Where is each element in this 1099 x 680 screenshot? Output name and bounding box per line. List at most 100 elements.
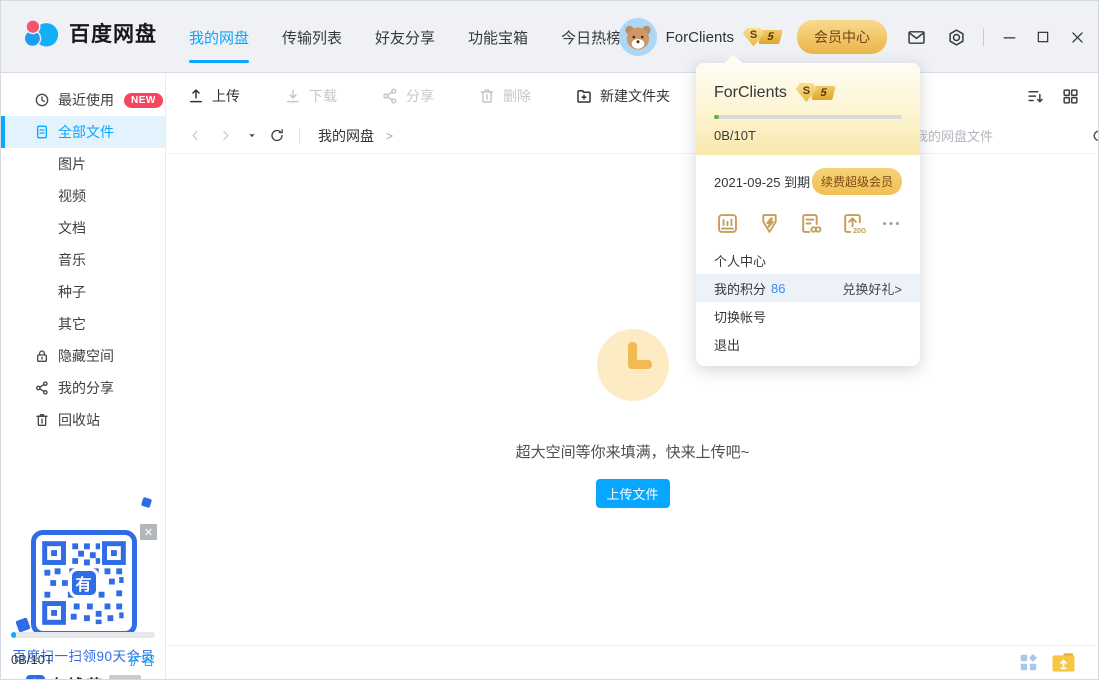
menu-my-points[interactable]: 我的积分 86 兑换好礼> [696,274,920,302]
brand-name: 有钱花 [50,672,104,680]
sidebar-item-label: 种子 [58,282,86,302]
user-panel: ForClients S 5 0B/10T 2021-09-25 到期 续费超级… [696,63,920,366]
redeem-gifts-link[interactable]: 兑换好礼> [842,279,902,298]
search-input[interactable] [915,129,1091,144]
navigation-row: 我的网盘 > [167,118,1098,154]
qr-code: 有 [31,530,137,636]
maximize-button[interactable] [1034,28,1052,46]
sidebar-item-label: 隐藏空间 [58,346,114,366]
clock-icon [34,92,50,108]
sidebar-item-images[interactable]: 图片 [1,148,165,180]
upload-folder-icon[interactable] [1051,652,1076,673]
trash-icon [34,412,50,428]
menu-logout[interactable]: 退出 [696,330,920,358]
more-privileges-icon[interactable] [880,210,902,237]
sidebar-item-documents[interactable]: 文档 [1,212,165,244]
back-icon[interactable] [187,128,203,144]
delete-button[interactable]: 删除 [478,86,531,106]
download-icon [284,87,302,105]
tab-my-drive[interactable]: 我的网盘 [189,1,249,73]
history-dropdown-icon[interactable] [247,128,257,144]
grid-view-icon[interactable] [1061,87,1080,106]
expiry-date: 2021-09-25 到期 [714,172,810,191]
new-badge: NEW [124,93,163,108]
unlimited-transfer-privilege-icon[interactable] [797,210,824,237]
ad-close-icon[interactable]: ✕ [140,524,157,540]
refresh-icon[interactable] [269,128,285,144]
panel-storage-usage: 0B/10T [714,128,902,143]
upload-label: 上传 [212,86,240,106]
sidebar-item-recycle-bin[interactable]: 回收站 [1,404,165,436]
nav-divider [299,128,300,144]
sidebar-item-torrents[interactable]: 种子 [1,276,165,308]
sidebar-item-recent[interactable]: 最近使用 NEW [1,84,165,116]
apps-grid-icon[interactable] [1019,653,1038,672]
tab-friend-share[interactable]: 好友分享 [375,1,435,73]
sidebar-item-hidden-space[interactable]: 隐藏空间 [1,340,165,372]
sidebar-list: 最近使用 NEW 全部文件 图片 视频 文档 音乐 种子 其它 隐藏空间 我的分… [1,74,165,436]
app-title: 百度网盘 [69,18,157,48]
upload-file-button[interactable]: 上传文件 [596,479,670,508]
brand-logo-icon: 有 [26,675,45,680]
download-button[interactable]: 下载 [284,86,337,106]
sidebar-item-music[interactable]: 音乐 [1,244,165,276]
panel-storage-progress-fill [714,115,719,119]
close-button[interactable] [1068,28,1086,46]
tab-transfer-list[interactable]: 传输列表 [282,1,342,73]
upload-quota-text: 20G [853,228,866,235]
sidebar-item-label: 全部文件 [58,122,114,142]
forward-icon[interactable] [217,128,233,144]
breadcrumb-chevron-icon: > [386,129,393,143]
bear-avatar-icon [619,18,657,56]
mail-icon[interactable] [905,26,927,48]
upload-icon [187,87,205,105]
capacity-privilege-icon[interactable] [714,210,741,237]
sidebar-item-all-files[interactable]: 全部文件 [1,116,165,148]
sidebar-item-videos[interactable]: 视频 [1,180,165,212]
speed-download-privilege-icon[interactable] [756,210,783,237]
points-label: 我的积分 [714,279,766,298]
vip-center-button[interactable]: 会员中心 [797,20,887,54]
panel-storage-progressbar [714,115,902,119]
new-folder-button[interactable]: 新建文件夹 [575,86,670,106]
avatar[interactable] [619,18,657,56]
membership-expiry-row: 2021-09-25 到期 续费超级会员 [696,155,920,195]
header: 百度网盘 我的网盘 传输列表 好友分享 功能宝箱 今日热榜 [1,1,1098,73]
expand-storage-link[interactable]: 扩容 [129,650,155,669]
settings-icon[interactable] [945,26,967,48]
share-button[interactable]: 分享 [381,86,434,106]
sort-icon[interactable] [1026,87,1045,106]
upload-button[interactable]: 上传 [187,86,240,106]
sidebar-item-others[interactable]: 其它 [1,308,165,340]
renew-vip-button[interactable]: 续费超级会员 [812,168,902,195]
trash-icon [478,87,496,105]
tab-trending[interactable]: 今日热榜 [561,1,621,73]
empty-state: 超大空间等你来填满，快来上传吧~ 上传文件 [167,329,1098,508]
tab-toolbox[interactable]: 功能宝箱 [468,1,528,73]
download-label: 下载 [309,86,337,106]
sidebar-item-label: 其它 [58,314,86,334]
panel-member-badge: S 5 [796,83,834,102]
breadcrumb[interactable]: 我的网盘 [318,126,374,146]
sidebar-item-label: 音乐 [58,250,86,270]
new-folder-icon [575,87,593,105]
minimize-button[interactable] [1000,28,1018,46]
menu-profile-center[interactable]: 个人中心 [696,246,920,274]
search-icon[interactable] [1091,128,1099,145]
main-tabs: 我的网盘 传输列表 好友分享 功能宝箱 今日热榜 [189,1,621,73]
sidebar-item-label: 回收站 [58,410,100,430]
sidebar-item-label: 最近使用 [58,90,114,110]
sidebar-item-my-shares[interactable]: 我的分享 [1,372,165,404]
lock-icon [34,348,50,364]
qr-decoration [141,497,152,508]
new-folder-label: 新建文件夹 [600,86,670,106]
bottom-bar [167,645,1098,679]
empty-message: 超大空间等你来填满，快来上传吧~ [167,441,1098,462]
share-icon [34,380,50,396]
user-name[interactable]: ForClients [666,29,734,46]
baidu-netdisk-logo-icon [23,17,59,49]
sidebar-item-label: 视频 [58,186,86,206]
upload-quota-privilege-icon[interactable]: 20G [839,210,866,237]
storage-usage: 0B/10T [11,652,53,667]
menu-switch-account[interactable]: 切换帐号 [696,302,920,330]
